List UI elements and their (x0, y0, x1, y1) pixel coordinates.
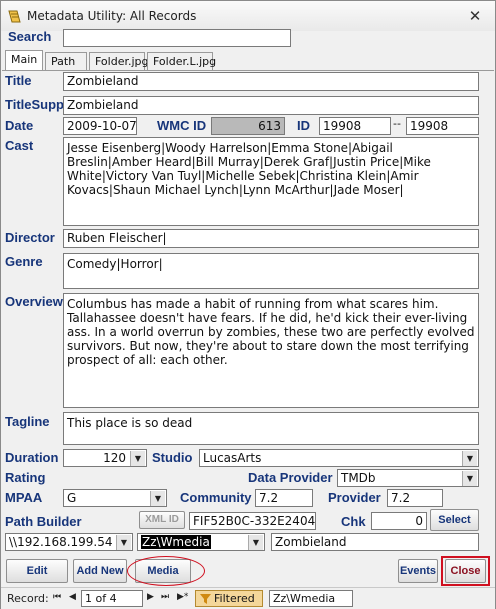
chevron-down-icon[interactable]: ▼ (116, 535, 131, 550)
first-record-icon[interactable]: ⏮ (53, 592, 61, 602)
last-record-icon[interactable]: ⏭ (161, 592, 169, 602)
director-label: Director (5, 230, 55, 245)
id-range-separator: -- (393, 117, 401, 130)
studio-label: Studio (152, 450, 193, 465)
cast-label: Cast (5, 138, 34, 153)
tab-divider (2, 70, 494, 71)
xml-id-button[interactable]: XML ID (139, 511, 185, 529)
next-record-icon[interactable]: ▶ (147, 592, 154, 602)
title-field[interactable]: Zombieland (63, 72, 479, 91)
tab-folder-l-jpg[interactable]: Folder.L.jpg (147, 52, 216, 71)
path-host-dropdown[interactable]: \\192.168.199.54 ▼ (5, 533, 133, 551)
path-folder-field[interactable]: Zombieland (271, 533, 479, 551)
path-host-value: \\192.168.199.54 (9, 535, 113, 549)
id-field[interactable]: 19908 (319, 117, 391, 135)
close-button[interactable]: Close (445, 559, 486, 583)
data-provider-label: Data Provider (248, 470, 333, 485)
mpaa-value: G (67, 491, 77, 505)
tab-folder-jpg[interactable]: Folder.jpg (89, 52, 149, 71)
path-hash-field[interactable]: FIF52B0C-332E2404 (189, 512, 316, 530)
window-close-icon[interactable]: ✕ (464, 7, 486, 25)
wmc-id-label: WMC ID (157, 118, 207, 133)
chk-label: Chk (341, 514, 366, 529)
mpaa-label: MPAA (5, 490, 43, 505)
title-supp-field[interactable]: Zombieland (63, 96, 479, 115)
id-field-2[interactable]: 19908 (406, 117, 479, 135)
path-share-dropdown[interactable]: Zz\Wmedia ▼ (137, 533, 265, 551)
record-position-field[interactable]: 1 of 4 (81, 590, 143, 607)
cast-field[interactable]: Jesse Eisenberg|Woody Harrelson|Emma Sto… (63, 137, 479, 226)
record-navigation-bar: Record: ⏮ ◀ 1 of 4 ▶ ⏭ ▶* Filtered Zz\Wm… (1, 587, 495, 609)
chevron-down-icon[interactable]: ▼ (462, 471, 477, 486)
path-builder-label: Path Builder (5, 514, 82, 529)
rating-label: Rating (5, 470, 46, 485)
provider-label: Provider (328, 490, 381, 505)
studio-value: LucasArts (203, 451, 262, 465)
tagline-field[interactable]: This place is so dead (63, 412, 479, 445)
wmc-id-field[interactable]: 613 (211, 117, 285, 135)
studio-dropdown[interactable]: LucasArts ▼ (199, 449, 479, 467)
new-record-icon[interactable]: ▶* (177, 592, 188, 602)
genre-label: Genre (5, 254, 43, 269)
events-button[interactable]: Events (398, 559, 438, 583)
tab-path[interactable]: Path (45, 52, 87, 71)
id-label: ID (297, 118, 310, 133)
community-field[interactable]: 7.2 (255, 489, 313, 507)
chevron-down-icon[interactable]: ▼ (462, 451, 477, 466)
tagline-label: Tagline (5, 414, 50, 429)
duration-value: 120 (103, 451, 126, 465)
date-label: Date (5, 118, 34, 133)
search-label: Search (8, 29, 52, 44)
data-provider-dropdown[interactable]: TMDb ▼ (337, 469, 479, 487)
duration-field[interactable]: 120 ▼ (63, 449, 147, 467)
app-window: Metadata Utility: All Records ✕ Search M… (0, 0, 496, 609)
chevron-down-icon[interactable]: ▼ (248, 535, 263, 550)
title-supp-label: TitleSupp (5, 97, 64, 112)
search-input[interactable] (63, 29, 291, 47)
date-field[interactable]: 2009-10-07 (63, 117, 137, 135)
community-label: Community (180, 490, 252, 505)
select-button[interactable]: Select (430, 509, 479, 531)
overview-field[interactable]: Columbus has made a habit of running fro… (63, 293, 479, 408)
duration-label: Duration (5, 450, 59, 465)
mpaa-dropdown[interactable]: G ▼ (63, 489, 167, 507)
previous-record-icon[interactable]: ◀ (69, 592, 76, 602)
chk-field[interactable]: 0 (371, 512, 427, 530)
filter-label: Filtered (214, 592, 255, 605)
provider-field[interactable]: 7.2 (387, 489, 443, 507)
app-icon (8, 10, 21, 23)
overview-label: Overview (5, 294, 63, 309)
director-field[interactable]: Ruben Fleischer| (63, 229, 479, 248)
path-share-value: Zz\Wmedia (141, 535, 211, 549)
filter-toggle[interactable]: Filtered (195, 590, 263, 607)
title-bar: Metadata Utility: All Records ✕ (1, 1, 495, 31)
media-highlight-circle (127, 556, 205, 586)
tab-main[interactable]: Main (5, 50, 43, 71)
filter-icon (200, 594, 211, 604)
title-label: Title (5, 73, 32, 88)
chevron-down-icon[interactable]: ▼ (150, 491, 165, 506)
record-label: Record: (7, 592, 49, 605)
edit-record-button[interactable]: Edit Record (6, 559, 68, 599)
record-search-field[interactable]: Zz\Wmedia (269, 590, 353, 607)
genre-field[interactable]: Comedy|Horror| (63, 253, 479, 289)
add-new-button[interactable]: Add New (73, 559, 127, 583)
window-title: Metadata Utility: All Records (27, 9, 197, 23)
chevron-down-icon[interactable]: ▼ (130, 451, 145, 466)
data-provider-value: TMDb (341, 471, 376, 485)
